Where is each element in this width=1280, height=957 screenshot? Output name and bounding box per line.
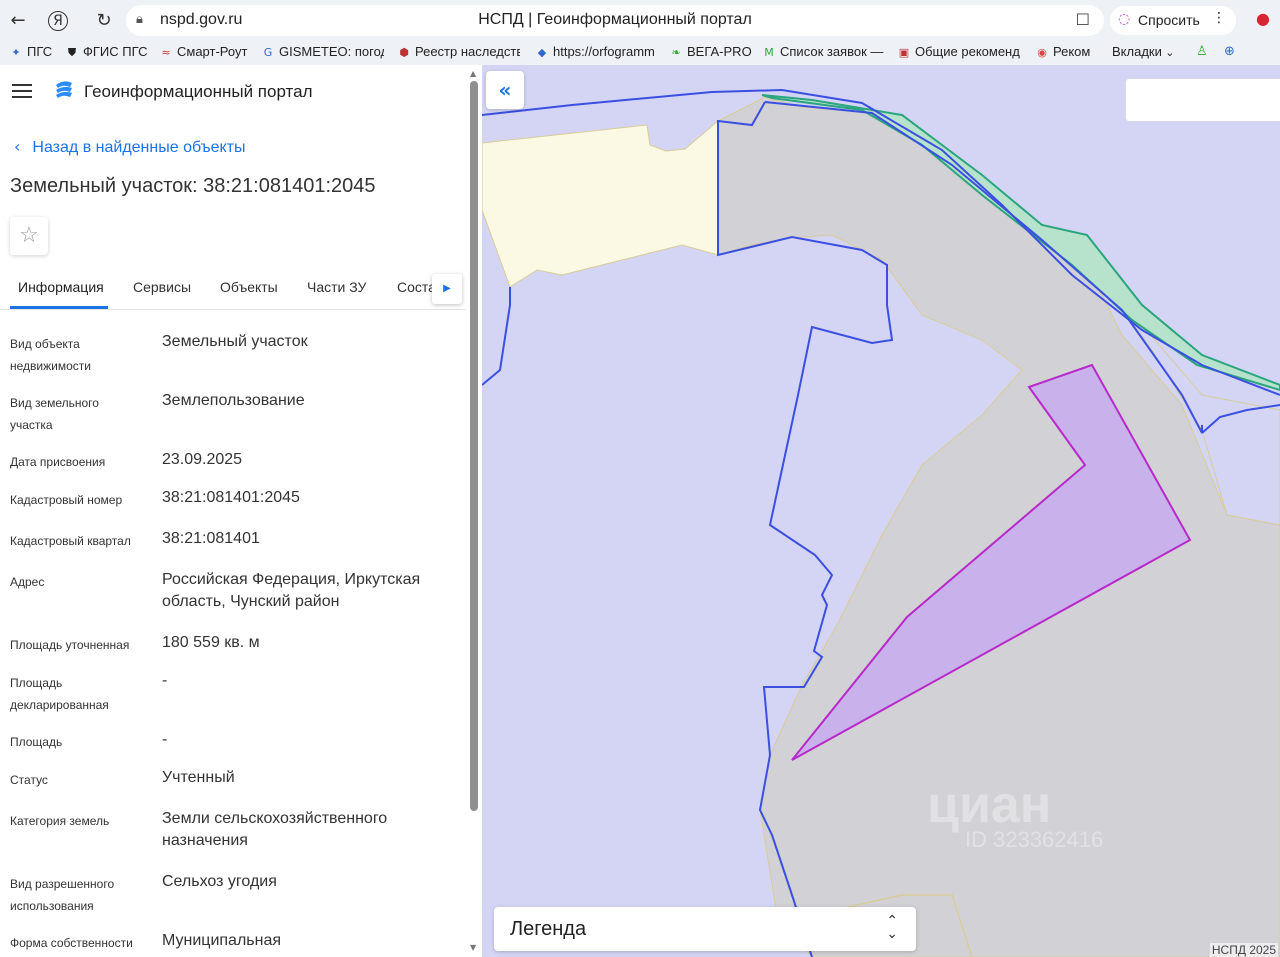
map-copyright: НСПД 2025 <box>1209 943 1278 957</box>
field-value: Российская Федерация, Иркутская область,… <box>162 571 421 610</box>
field-label: Площадь декларированная <box>10 676 109 712</box>
browser-toolbar: ← Я ↻ 🔒︎ nspd.gov.ru НСПД | Геоинформаци… <box>0 0 1280 41</box>
favorite-star-icon[interactable]: ☆ <box>10 217 48 255</box>
ask-button[interactable]: ◌ Спросить ⋮ <box>1110 6 1236 35</box>
address-bar[interactable]: 🔒︎ nspd.gov.ru НСПД | Геоинформационный … <box>126 5 1104 36</box>
bookmark-item[interactable]: M Список заявок — <box>761 44 885 59</box>
bookmark-item[interactable]: ≈ Смарт-Роут <box>158 44 252 59</box>
active-tab-indicator <box>10 306 108 309</box>
bookmark-item[interactable]: ✦ ПГС <box>8 44 56 59</box>
field-value: 38:21:081401:2045 <box>162 489 300 506</box>
tab-services[interactable]: Сервисы <box>133 279 191 295</box>
field-value: Сельхоз угодия <box>162 873 277 890</box>
watermark-id: ID 323362416 <box>965 827 1104 852</box>
eagle-icon: ✦ <box>11 46 21 59</box>
collapse-panel-icon[interactable]: « <box>486 71 524 109</box>
field-label: Площадь <box>10 735 63 749</box>
scroll-up-arrow-icon[interactable]: ▲ <box>470 69 476 78</box>
legend-label: Легенда <box>510 918 587 940</box>
tab-objects[interactable]: Объекты <box>220 279 278 295</box>
panel-scrollbar[interactable] <box>470 81 478 811</box>
ai-icon: ◌ <box>1118 11 1131 27</box>
shield-icon: ⛊ <box>67 46 77 59</box>
bookmark-item[interactable]: ◆ https://orfogramm <box>534 44 658 59</box>
tabs-next-arrow-icon[interactable]: ▶ <box>432 274 462 304</box>
portal-logo-icon <box>56 81 72 98</box>
bookmark-item[interactable]: ❧ ВЕГА-PRO <box>668 44 754 59</box>
field-label: Площадь уточненная <box>10 638 130 652</box>
object-panel: Геоинформационный портал ‹ Назад в найден… <box>0 65 482 957</box>
field-value: 180 559 кв. м <box>162 634 260 651</box>
field-label: Вид земельного участка <box>10 396 99 432</box>
page-tab-title: НСПД | Геоинформационный портал <box>478 11 752 28</box>
bookmark-item[interactable]: ⬢ Реестр наследств <box>396 44 520 59</box>
chevron-down-icon: ⌄ <box>1165 46 1175 59</box>
object-title: Земельный участок: 38:21:081401:2045 <box>10 175 376 197</box>
leaf-icon: ❧ <box>671 46 681 59</box>
doc-icon: ▣ <box>898 46 910 59</box>
field-label: Адрес <box>10 575 45 589</box>
bookmark-icon[interactable]: ☐ <box>1076 10 1090 29</box>
map-search-input[interactable] <box>1125 78 1280 122</box>
field-label: Категория земель <box>10 814 110 828</box>
legend-dropdown[interactable]: Легенда ⌃ ⌄ <box>494 907 916 951</box>
cadastral-map[interactable] <box>482 65 1280 957</box>
bookmark-item[interactable]: ▣ Общие рекоменд <box>896 44 1024 59</box>
gmail-icon: M <box>764 46 774 59</box>
field-label: Вид объекта недвижимости <box>10 337 91 373</box>
circle-icon: ◉ <box>1037 46 1047 59</box>
bookmark-item[interactable]: G GISMETEO: погод <box>260 44 384 59</box>
profile-icon[interactable]: ♙ <box>1196 44 1216 59</box>
menu-icon[interactable] <box>12 84 32 98</box>
field-value: - <box>162 731 168 748</box>
object-tabs: Информация Сервисы Объекты Части ЗУ Сост… <box>0 271 466 310</box>
field-value: Учтенный <box>162 769 235 786</box>
field-label: Кадастровый номер <box>10 493 123 507</box>
field-label: Статус <box>10 773 48 787</box>
field-value: Муниципальная <box>162 932 282 949</box>
portal-title: Геоинформационный портал <box>84 82 313 101</box>
field-value: 38:21:081401 <box>162 530 260 547</box>
back-link-label: Назад в найденные объекты <box>32 139 246 156</box>
bookmark-item[interactable]: ⛊ ФГИС ПГС <box>64 44 152 60</box>
tab-info[interactable]: Информация <box>18 279 104 295</box>
field-value: Землепользование <box>162 392 305 409</box>
bookmarks-bar: ✦ ПГС ⛊ ФГИС ПГС ≈ Смарт-Роут G GISMETEO: по… <box>0 41 1280 65</box>
extension-icon[interactable]: ● <box>1256 9 1278 31</box>
watermark: циан ID 323362416 <box>927 775 1103 853</box>
expand-arrows-icon: ⌃ ⌄ <box>886 913 898 942</box>
gismeteo-icon: G <box>263 46 273 59</box>
ask-button-label: Спросить <box>1138 12 1200 28</box>
field-label: Кадастровый квартал <box>10 534 131 548</box>
bookmark-item[interactable]: ◉ Реком <box>1034 44 1098 59</box>
field-value: 23.09.2025 <box>162 451 243 468</box>
blue-boundary <box>482 287 511 386</box>
chevron-left-icon: ‹ <box>14 137 21 156</box>
tab-composition[interactable]: Соста <box>397 279 433 295</box>
field-value: Земли сельскохозяйственного назначения <box>162 810 388 849</box>
reload-icon[interactable]: ↻ <box>92 9 116 33</box>
route-icon: ≈ <box>161 46 171 59</box>
yellow-parcel <box>482 119 719 288</box>
back-arrow-icon[interactable]: ← <box>6 9 30 33</box>
field-label: Дата присвоения <box>10 455 106 469</box>
scroll-down-arrow-icon[interactable]: ▼ <box>470 943 476 952</box>
globe-icon[interactable]: ⊕ <box>1224 44 1244 59</box>
more-icon[interactable]: ⋮ <box>1212 10 1226 26</box>
back-to-results-link[interactable]: ‹ Назад в найденные объекты <box>14 137 246 157</box>
map-view[interactable]: « циан ID 323362416 Легенда ⌃ ⌄ НСПД 2025 <box>482 65 1280 957</box>
tabs-menu[interactable]: Вкладки ⌄ <box>1112 44 1184 59</box>
field-value: Земельный участок <box>162 333 308 350</box>
field-label: Форма собственности <box>10 936 133 950</box>
field-label: Вид разрешенного использования <box>10 877 115 913</box>
yandex-icon[interactable]: Я <box>48 11 68 31</box>
tab-parts[interactable]: Части ЗУ <box>307 279 366 295</box>
drop-icon: ◆ <box>537 46 547 59</box>
registry-icon: ⬢ <box>399 46 409 59</box>
watermark-brand: циан <box>927 776 1052 834</box>
field-value: - <box>162 672 168 689</box>
